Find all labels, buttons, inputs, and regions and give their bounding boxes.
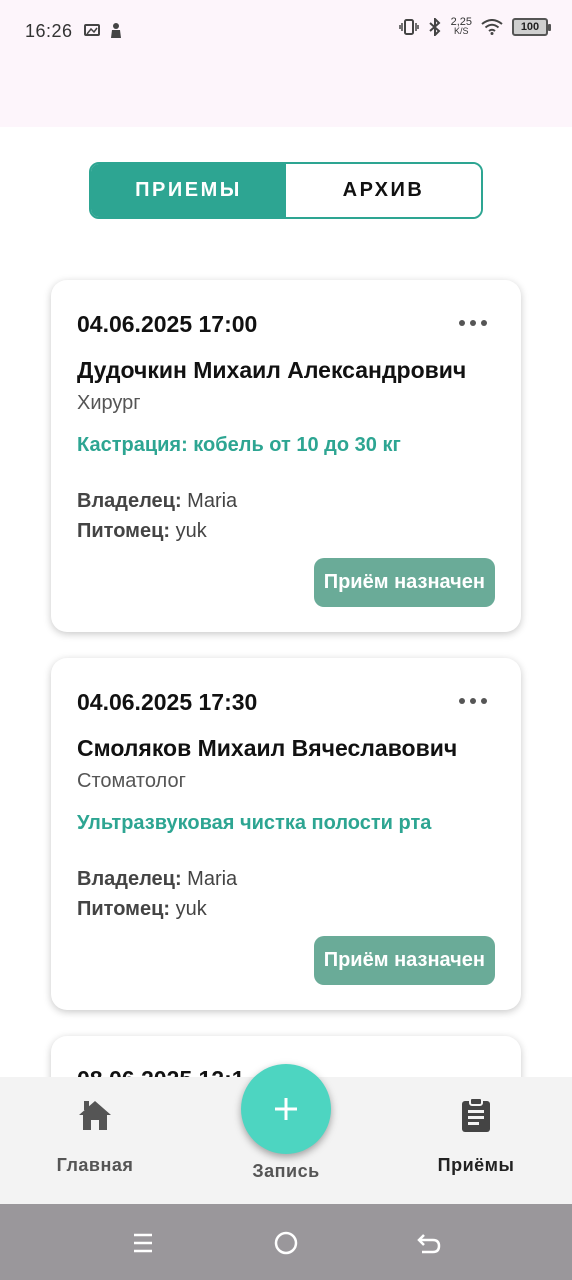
appointment-status-button[interactable]: Приём назначен [313,936,495,985]
pet-label: Питомец: [77,520,171,542]
pet-value: yuk [175,520,207,542]
owner-label: Владелец: [77,490,182,512]
appointment-datetime: 04.06.2025 17:30 [77,689,258,715]
gallery-notification-icon [84,24,100,36]
owner-value: Maria [187,490,238,512]
doctor-name: Смоляков Михаил Вячеславович [77,735,458,761]
vibrate-icon [398,19,419,35]
nav-home[interactable]: Главная [25,1095,165,1176]
pet-label: Питомец: [77,898,171,920]
add-appointment-button[interactable] [241,1064,331,1154]
owner-row: Владелец: Maria [77,868,237,891]
status-right-icons: 2,25 K/S 100 [398,17,551,36]
wifi-icon [481,19,503,35]
network-speed-unit: K/S [454,26,469,36]
nav-home-label: Главная [56,1155,134,1175]
pet-row: Питомец: yuk [77,520,207,543]
service-name: Ультразвуковая чистка полости рта [77,812,432,834]
doctor-name: Дудочкин Михаил Александрович [77,357,467,383]
tab-appointments[interactable]: ПРИЕМЫ [91,164,286,217]
circle-home-icon[interactable] [271,1228,301,1258]
more-options-icon[interactable] [459,320,487,326]
doctor-specialty: Стоматолог [77,770,186,792]
status-left-icons [84,22,122,38]
owner-value: Maria [187,868,238,890]
appointment-datetime: 04.06.2025 17:00 [77,311,258,337]
battery-indicator: 100 [512,18,551,36]
person-notification-icon [111,23,121,38]
more-options-icon[interactable] [459,698,487,704]
back-icon[interactable] [414,1228,444,1258]
nav-appointments[interactable]: Приёмы [406,1095,546,1176]
pet-row: Питомец: yuk [77,898,207,921]
plus-icon [275,1098,297,1120]
service-name: Кастрация: кобель от 10 до 30 кг [77,434,401,456]
appointments-archive-toggle: ПРИЕМЫ АРХИВ [89,162,483,219]
tab-archive[interactable]: АРХИВ [286,164,481,217]
add-appointment-label: Запись [252,1161,320,1181]
doctor-specialty: Хирург [77,392,141,414]
system-navigation-bar [0,1204,572,1280]
status-time: 16:26 [25,21,73,41]
owner-row: Владелец: Maria [77,490,237,513]
network-speed: 2,25 K/S [451,17,472,36]
appointment-card[interactable]: 04.06.2025 17:30 Смоляков Михаил Вячесла… [51,658,521,1010]
owner-label: Владелец: [77,868,182,890]
appointment-card[interactable]: 04.06.2025 17:00 Дудочкин Михаил Алексан… [51,280,521,632]
clipboard-icon [406,1095,546,1135]
appointment-status-button[interactable]: Приём назначен [313,558,495,607]
bluetooth-icon [428,18,441,36]
pet-value: yuk [175,898,207,920]
menu-icon[interactable] [128,1228,158,1258]
nav-appointments-label: Приёмы [437,1155,515,1175]
status-bar: 16:26 2,25 K/S 100 [0,0,572,127]
home-icon [25,1095,165,1135]
